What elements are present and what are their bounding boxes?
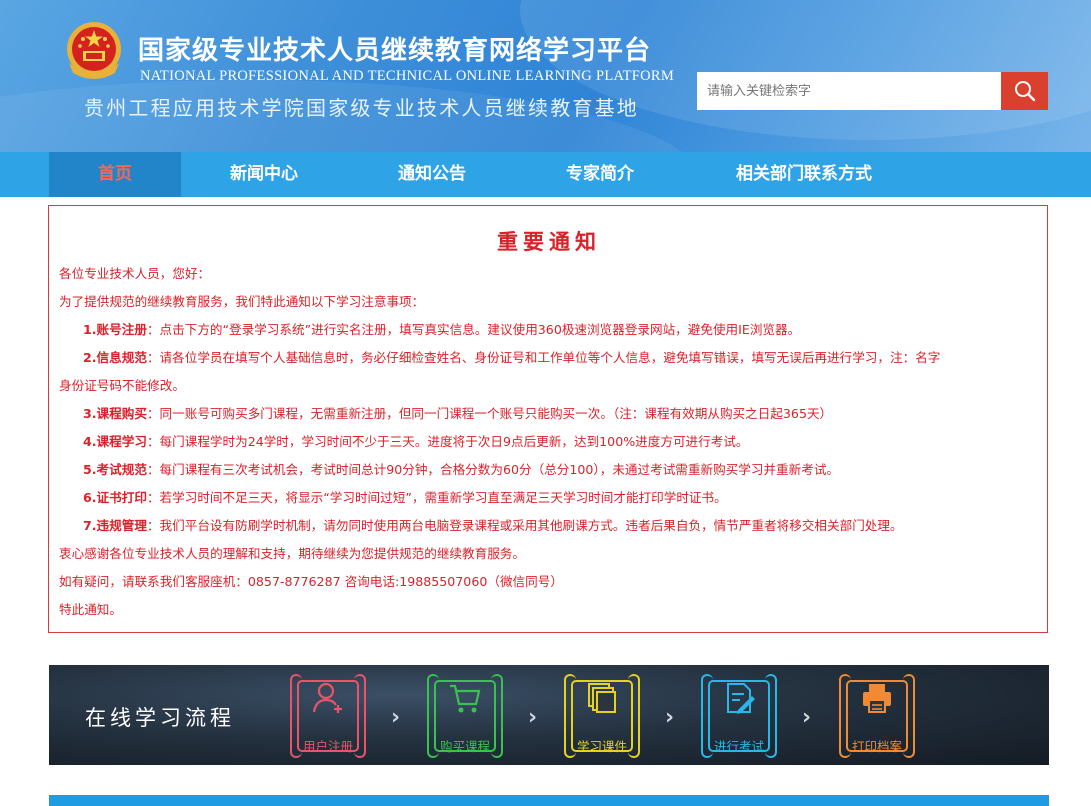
notice-intro: 为了提供规范的继续教育服务，我们特此通知以下学习注意事项：	[59, 294, 425, 309]
notice-item: 6.证书打印：若学习时间不足三天，将显示“学习时间过短”，需重新学习直至满足三天…	[83, 488, 727, 508]
notice-item: 3.课程购买：同一账号可购买多门课程，无需重新注册，但同一门课程一个账号只能购买…	[83, 404, 832, 424]
learning-process-banner: 在线学习流程 用户注册 › 购买课程 › 学习课件 › 进行考试 › 打印档案	[49, 665, 1049, 765]
notice-item: 5.考试规范：每门课程有三次考试机会，考试时间总计90分钟，合格分数为60分（总…	[83, 460, 839, 480]
chevron-right-icon: ›	[802, 705, 812, 730]
notice-item-continuation: 身份证号码不能修改。	[59, 378, 185, 393]
nav-announcements[interactable]: 通知公告	[366, 152, 498, 197]
step-user-register[interactable]: 用户注册	[290, 674, 366, 758]
step-take-exam[interactable]: 进行考试	[701, 674, 777, 758]
main-nav: 首页 新闻中心 通知公告 专家简介 相关部门联系方式	[0, 152, 1091, 197]
nav-news[interactable]: 新闻中心	[198, 152, 330, 197]
notice-item-text: ：每门课程有三次考试机会，考试时间总计90分钟，合格分数为60分（总分100），…	[146, 462, 840, 477]
courseware-stack-icon	[588, 683, 616, 713]
notice-closing: 特此通知。	[59, 602, 122, 617]
notice-item-label: 6.证书打印	[83, 490, 147, 505]
search-input[interactable]	[697, 72, 1001, 110]
exam-edit-icon	[727, 683, 755, 714]
notice-item-label: 1.账号注册	[83, 322, 147, 337]
step-label: 进行考试	[713, 739, 764, 754]
important-notice: 重要通知 各位专业技术人员，您好： 为了提供规范的继续教育服务，我们特此通知以下…	[48, 205, 1048, 633]
notice-contact: 如有疑问，请联系我们客服座机：0857-8776287 咨询电话:1988550…	[59, 574, 563, 589]
step-label: 学习课件	[576, 739, 627, 754]
notice-item: 7.违规管理：我们平台设有防刷学时机制，请勿同时使用两台电脑登录课程或采用其他刷…	[83, 516, 903, 536]
notice-item-text: ：点击下方的“登录学习系统”进行实名注册，填写真实信息。建议使用360极速浏览器…	[146, 322, 801, 337]
search-button[interactable]	[1001, 72, 1048, 110]
nav-contacts[interactable]: 相关部门联系方式	[714, 152, 894, 197]
notice-greeting: 各位专业技术人员，您好：	[59, 266, 211, 281]
step-buy-course[interactable]: 购买课程	[427, 674, 503, 758]
notice-item: 4.课程学习：每门课程学时为24学时，学习时间不少于三天。进度将于次日9点后更新…	[83, 432, 749, 452]
notice-item: 1.账号注册：点击下方的“登录学习系统”进行实名注册，填写真实信息。建议使用36…	[83, 320, 800, 340]
notice-item-text: ：每门课程学时为24学时，学习时间不少于三天。进度将于次日9点后更新，达到100…	[146, 434, 749, 449]
search-icon	[1014, 81, 1035, 102]
shopping-cart-icon	[450, 684, 481, 713]
site-header: 国家级专业技术人员继续教育网络学习平台 NATIONAL PROFESSIONA…	[0, 0, 1091, 152]
notice-item-text: ：若学习时间不足三天，将显示“学习时间过短”，需重新学习直至满足三天学习时间才能…	[146, 490, 727, 505]
step-courseware[interactable]: 学习课件	[564, 674, 640, 758]
notice-item-label: 5.考试规范	[83, 462, 147, 477]
notice-item-label: 4.课程学习	[83, 434, 147, 449]
notice-item: 2.信息规范：请各位学员在填写个人基础信息时，务必仔细检查姓名、身份证号和工作单…	[83, 348, 940, 368]
chevron-right-icon: ›	[391, 705, 401, 730]
national-emblem-icon	[67, 22, 121, 79]
notice-item-text: ：请各位学员在填写个人基础信息时，务必仔细检查姓名、身份证号和工作单位等个人信息…	[146, 350, 941, 365]
notice-item-text: ：我们平台设有防刷学时机制，请勿同时使用两台电脑登录课程或采用其他刷课方式。违者…	[146, 518, 903, 533]
footer-bar	[49, 795, 1049, 806]
notice-thanks: 衷心感谢各位专业技术人员的理解和支持，期待继续为您提供规范的继续教育服务。	[59, 546, 525, 561]
user-add-icon	[312, 682, 342, 713]
chevron-right-icon: ›	[528, 705, 538, 730]
step-label: 打印档案	[851, 739, 902, 754]
step-label: 用户注册	[302, 739, 353, 754]
notice-title: 重要通知	[497, 230, 601, 254]
printer-icon	[863, 684, 891, 713]
process-title: 在线学习流程	[85, 706, 235, 730]
notice-item-label: 7.违规管理	[83, 518, 147, 533]
chevron-right-icon: ›	[665, 705, 675, 730]
site-subtitle-english: NATIONAL PROFESSIONAL AND TECHNICAL ONLI…	[140, 68, 675, 84]
base-name: 贵州工程应用技术学院国家级专业技术人员继续教育基地	[84, 96, 639, 120]
step-label: 购买课程	[439, 739, 490, 754]
notice-item-label: 2.信息规范	[83, 350, 147, 365]
step-print-archive[interactable]: 打印档案	[839, 674, 915, 758]
notice-item-text: ：同一账号可购买多门课程，无需重新注册，但同一门课程一个账号只能购买一次。（注：…	[146, 406, 833, 421]
nav-experts[interactable]: 专家简介	[534, 152, 666, 197]
nav-home[interactable]: 首页	[49, 152, 181, 197]
notice-item-label: 3.课程购买	[83, 406, 147, 421]
site-title: 国家级专业技术人员继续教育网络学习平台	[138, 36, 652, 66]
